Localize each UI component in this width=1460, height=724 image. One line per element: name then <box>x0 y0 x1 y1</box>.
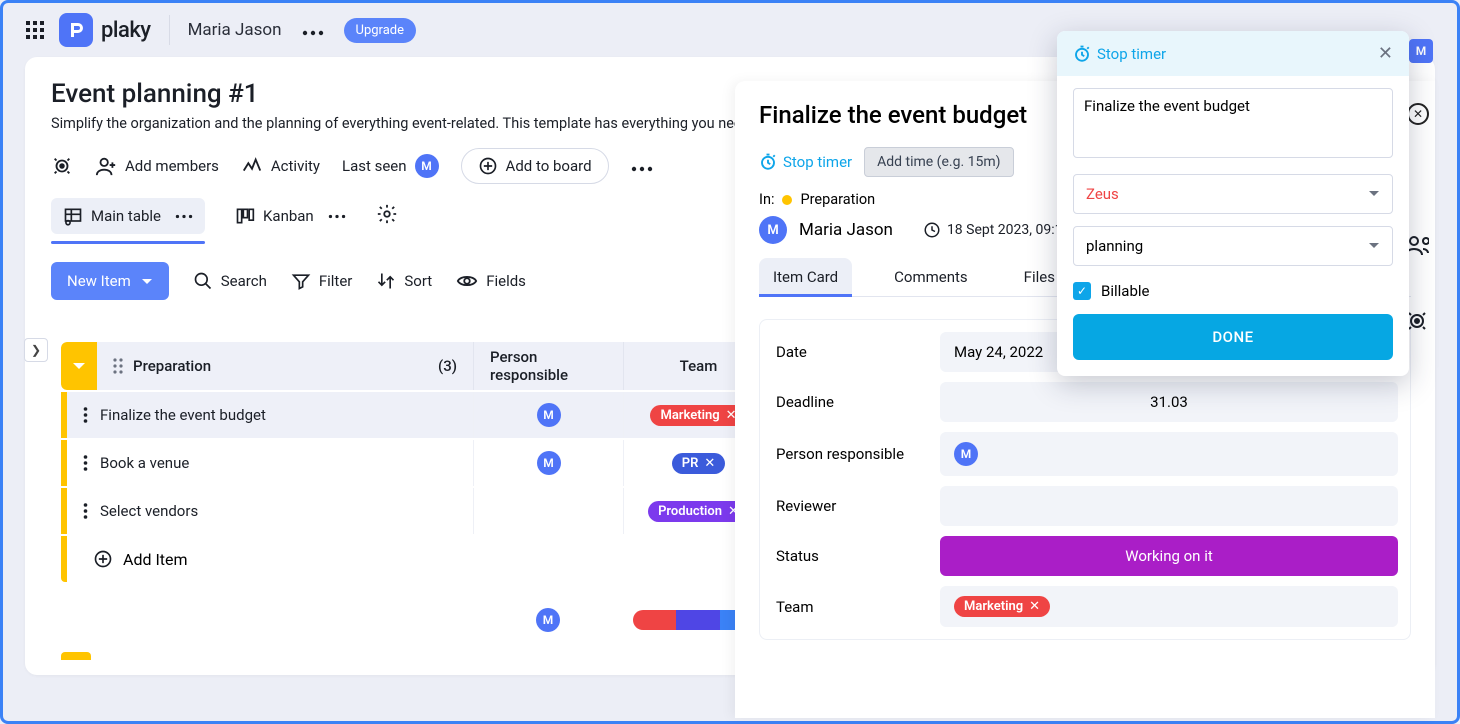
field-status-value[interactable]: Working on it <box>940 536 1398 576</box>
row-team-tag[interactable]: Marketing✕ <box>650 405 746 426</box>
add-item-label: Add Item <box>123 550 188 569</box>
field-team-label: Team <box>772 588 940 626</box>
row-person-avatar[interactable]: M <box>537 451 561 475</box>
view-main-table-label: Main table <box>91 207 161 225</box>
sort-button[interactable]: Sort <box>376 271 432 291</box>
field-status-label: Status <box>772 537 940 575</box>
group-count: (3) <box>438 357 457 375</box>
in-value: Preparation <box>800 191 875 208</box>
popup-close-icon[interactable]: ✕ <box>1378 43 1393 64</box>
brand-badge-icon <box>59 13 93 47</box>
board-more-icon[interactable] <box>631 157 653 176</box>
row-person-avatar[interactable]: M <box>537 403 561 427</box>
field-reviewer-label: Reviewer <box>772 487 940 525</box>
add-to-board-button[interactable]: Add to board <box>461 148 609 184</box>
panel-user-name: Maria Jason <box>799 220 893 240</box>
stop-timer-label: Stop timer <box>783 153 852 171</box>
fields-button[interactable]: Fields <box>456 270 526 292</box>
panel-timestamp: 18 Sept 2023, 09:12 <box>947 222 1070 238</box>
row-team-tag[interactable]: Production✕ <box>648 501 749 522</box>
row-name: Finalize the event budget <box>100 406 266 424</box>
top-avatar[interactable]: M <box>1409 39 1433 63</box>
plus-circle-icon <box>93 549 113 569</box>
apps-grid-icon[interactable] <box>25 20 45 40</box>
column-person-header[interactable]: Person responsible <box>473 342 623 390</box>
popup-description-input[interactable] <box>1073 88 1393 158</box>
row-name: Book a venue <box>100 454 189 472</box>
add-time-input[interactable]: Add time (e.g. 15m) <box>864 147 1013 177</box>
drag-handle-icon[interactable] <box>113 358 123 374</box>
brand-name: plaky <box>101 18 151 43</box>
activity-button[interactable]: Activity <box>241 155 320 177</box>
popup-project-select[interactable]: Zeus <box>1073 174 1393 214</box>
views-settings-icon[interactable] <box>376 203 398 229</box>
group-name: Preparation <box>133 357 211 375</box>
row-name: Select vendors <box>100 502 198 520</box>
field-person-label: Person responsible <box>772 435 940 473</box>
field-person-value[interactable]: M <box>940 432 1398 476</box>
close-panel-icon[interactable]: ✕ <box>1407 103 1429 125</box>
stop-timer-popup: Stop timer ✕ Zeus planning ✓ Billable DO… <box>1057 31 1409 376</box>
row-menu-icon[interactable] <box>83 455 88 471</box>
remove-tag-icon[interactable]: ✕ <box>1029 599 1040 614</box>
field-deadline-label: Deadline <box>772 383 940 421</box>
workspace-menu-icon[interactable] <box>296 21 330 40</box>
divider <box>169 15 170 45</box>
search-label: Search <box>221 272 267 290</box>
billable-checkbox[interactable]: ✓ <box>1073 282 1091 300</box>
view-main-table[interactable]: Main table <box>51 198 205 234</box>
row-menu-icon[interactable] <box>83 503 88 519</box>
new-item-button[interactable]: New Item <box>51 262 169 300</box>
tab-item-card[interactable]: Item Card <box>759 258 852 296</box>
add-members-button[interactable]: Add members <box>95 155 219 177</box>
remove-tag-icon[interactable]: ✕ <box>704 456 715 471</box>
stop-timer-button[interactable]: Stop timer <box>759 153 852 171</box>
clock-icon <box>923 221 941 239</box>
collapse-handle-icon[interactable]: ❯ <box>24 338 48 362</box>
tab-comments[interactable]: Comments <box>880 258 982 296</box>
add-members-label: Add members <box>125 157 219 175</box>
group-color-dot <box>782 195 792 205</box>
automations-icon[interactable] <box>51 155 73 177</box>
field-team-value[interactable]: Marketing✕ <box>940 586 1398 627</box>
field-date-label: Date <box>772 333 940 371</box>
in-label: In: <box>759 191 774 208</box>
upgrade-button[interactable]: Upgrade <box>344 18 416 43</box>
activity-label: Activity <box>271 157 320 175</box>
sort-label: Sort <box>404 272 432 290</box>
group-toggle[interactable] <box>61 342 97 390</box>
search-button[interactable]: Search <box>193 271 267 291</box>
view-kanban-label: Kanban <box>263 207 314 225</box>
billable-label: Billable <box>1101 282 1149 300</box>
row-menu-icon[interactable] <box>83 407 88 423</box>
panel-user-avatar: M <box>759 216 787 244</box>
popup-done-button[interactable]: DONE <box>1073 314 1393 360</box>
popup-tag-select[interactable]: planning <box>1073 226 1393 266</box>
last-seen-avatar: M <box>415 154 439 178</box>
brand-logo[interactable]: plaky <box>59 13 151 47</box>
field-reviewer-value[interactable] <box>940 486 1398 526</box>
last-seen-label: Last seen <box>342 157 407 175</box>
new-item-label: New Item <box>67 272 131 290</box>
row-team-tag[interactable]: PR✕ <box>672 453 726 474</box>
field-deadline-value[interactable]: 31.03 <box>940 382 1398 422</box>
workspace-user[interactable]: Maria Jason <box>188 20 282 40</box>
chevron-down-icon <box>1368 240 1380 252</box>
popup-title: Stop timer <box>1073 45 1166 63</box>
filter-button[interactable]: Filter <box>291 271 353 291</box>
summary-person-avatar: M <box>536 608 560 632</box>
chevron-down-icon <box>1368 188 1380 200</box>
filter-label: Filter <box>319 272 353 290</box>
view-kanban[interactable]: Kanban <box>223 198 358 234</box>
fields-label: Fields <box>486 272 526 290</box>
last-seen[interactable]: Last seen M <box>342 154 439 178</box>
add-to-board-label: Add to board <box>506 157 592 175</box>
